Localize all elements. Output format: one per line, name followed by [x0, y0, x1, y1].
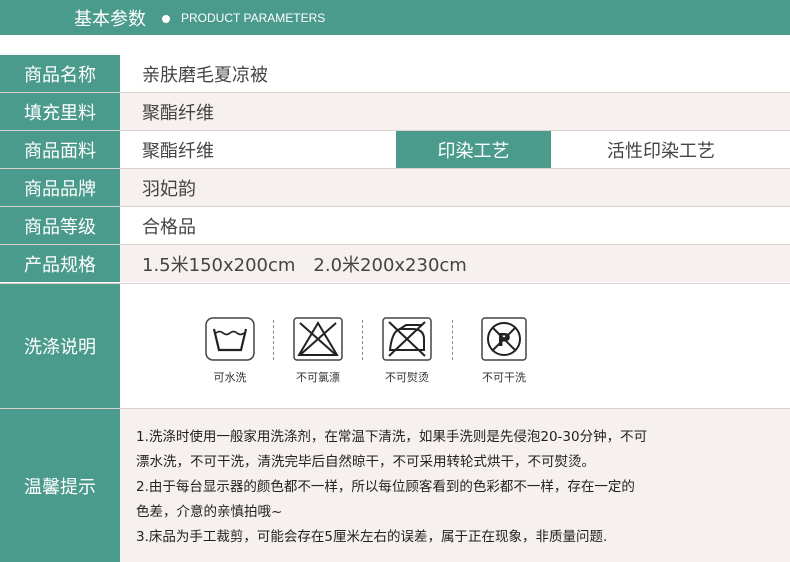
section-subtitle: PRODUCT PARAMETERS	[181, 11, 326, 25]
param-row-brand: 商品品牌 羽妃韵	[0, 169, 790, 206]
care-label: 洗涤说明	[0, 284, 120, 408]
param-value: 亲肤磨毛夏凉被	[142, 64, 268, 86]
care-text: 可水洗	[213, 371, 247, 384]
param-label: 商品面料	[0, 131, 120, 168]
care-text: 不可氯漂	[296, 371, 340, 384]
section-title: 基本参数	[74, 9, 146, 30]
param-row-name: 商品名称 亲肤磨毛夏凉被	[0, 55, 790, 92]
tips-text: 1.洗涤时使用一般家用洗涤剂，在常温下清洗，如果手洗则是先侵泡20-30分钟，不…	[136, 425, 766, 550]
param-label: 商品品牌	[0, 169, 120, 206]
param-value: 聚酯纤维	[142, 102, 214, 124]
param-value: 羽妃韵	[142, 178, 196, 200]
care-divider	[452, 320, 453, 360]
craft-label: 印染工艺	[396, 131, 551, 168]
washable-icon	[205, 317, 255, 361]
care-item-no-iron: 不可熨烫	[377, 317, 437, 385]
param-value: 合格品	[142, 216, 196, 238]
tips-label: 温馨提示	[0, 409, 120, 562]
care-divider	[362, 320, 363, 360]
care-divider	[273, 320, 274, 360]
section-header: 基本参数 PRODUCT PARAMETERS	[0, 0, 790, 35]
tips-line: 2.由于每台显示器的颜色都不一样，所以每位顾客看到的色彩都不一样，存在一定的	[136, 479, 635, 495]
care-text: 不可干洗	[482, 371, 526, 384]
param-row-grade: 商品等级 合格品	[0, 207, 790, 244]
bullet-dot-icon	[162, 15, 170, 23]
param-row-filling: 填充里料 聚酯纤维	[0, 93, 790, 130]
tips-line: 漂水洗，不可干洗，清洗完毕后自然晾干，不可采用转轮式烘干，不可熨烫。	[136, 454, 595, 470]
param-label: 商品等级	[0, 207, 120, 244]
care-text: 不可熨烫	[385, 371, 429, 384]
no-iron-icon	[382, 317, 432, 361]
care-item-no-dry-clean: P 不可干洗	[474, 317, 534, 385]
care-item-washable: 可水洗	[200, 317, 260, 385]
tips-line: 色差，介意的亲慎拍哦~	[136, 504, 283, 520]
param-value: 1.5米150x200cm 2.0米200x230cm	[142, 254, 467, 276]
care-item-no-bleach: 不可氯漂	[288, 317, 348, 385]
tips-line: 1.洗涤时使用一般家用洗涤剂，在常温下清洗，如果手洗则是先侵泡20-30分钟，不…	[136, 429, 648, 445]
param-label: 商品名称	[0, 55, 120, 92]
craft-value: 活性印染工艺	[607, 140, 715, 162]
param-row-spec: 产品规格 1.5米150x200cm 2.0米200x230cm	[0, 245, 790, 282]
param-label: 产品规格	[0, 245, 120, 282]
no-dry-clean-icon: P	[481, 317, 527, 361]
param-label: 填充里料	[0, 93, 120, 130]
no-bleach-icon	[293, 317, 343, 361]
tips-line: 3.床品为手工裁剪，可能会存在5厘米左右的误差，属于正在现象，非质量问题.	[136, 529, 608, 545]
